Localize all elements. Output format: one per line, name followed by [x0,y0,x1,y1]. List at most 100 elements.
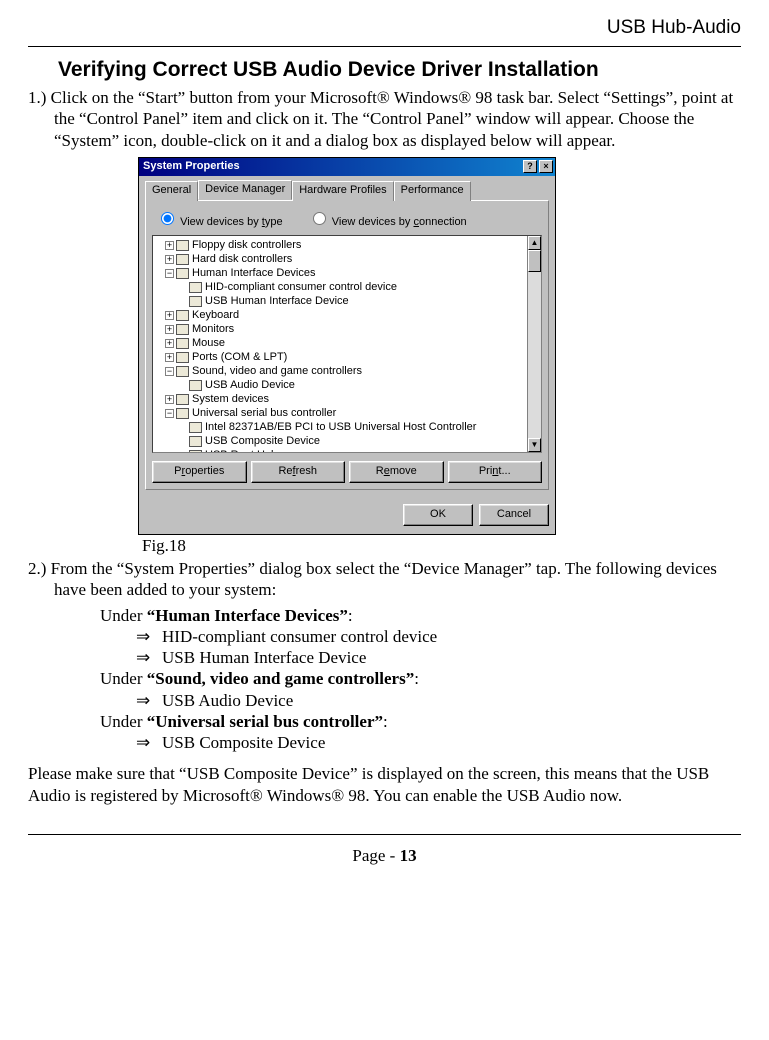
controller-icon [176,254,189,265]
tree-item-usb-audio[interactable]: USB Audio Device [155,378,541,392]
cancel-button[interactable]: Cancel [479,504,549,526]
tree-item-floppy[interactable]: + Floppy disk controllers [155,238,541,252]
btn-part: operties [185,465,224,477]
help-button[interactable]: ? [523,160,537,173]
btn-part: move [390,465,417,477]
under-hid: Under “Human Interface Devices”: [100,605,741,626]
colon: : [414,669,419,688]
scroll-down-button[interactable]: ▼ [528,438,541,452]
remove-button[interactable]: Remove [349,461,444,483]
expander-icon[interactable]: + [165,353,174,362]
properties-button[interactable]: Properties [152,461,247,483]
usb-icon [176,408,189,419]
under-prefix: Under [100,669,147,688]
hid-icon [189,282,202,293]
tree-label: Human Interface Devices [192,267,316,279]
step-2: 2.) From the “System Properties” dialog … [28,558,741,601]
expander-icon[interactable]: + [165,339,174,348]
tree-label: Mouse [192,337,225,349]
tab-performance[interactable]: Performance [394,181,471,201]
device-tree[interactable]: + Floppy disk controllers +Hard disk cont… [152,235,542,453]
close-button[interactable]: × [539,160,553,173]
expander-icon[interactable]: + [165,241,174,250]
tree-item-usb-root-hub[interactable]: USB Root Hub [155,448,541,453]
tree-item-system[interactable]: +System devices [155,392,541,406]
arrow-icon: ⇒ [136,626,162,647]
btn-part: resh [296,465,317,477]
scroll-up-button[interactable]: ▲ [528,236,541,250]
tree-item-usb-composite[interactable]: USB Composite Device [155,434,541,448]
tab-strip: General Device Manager Hardware Profiles… [145,180,549,200]
list-text: HID-compliant consumer control device [162,627,437,646]
tree-label: Monitors [192,323,234,335]
radio-by-connection-input[interactable] [313,212,326,225]
usb-icon [189,422,202,433]
tree-label: Floppy disk controllers [192,239,301,251]
under-category: “Human Interface Devices” [147,606,348,625]
arrow-icon: ⇒ [136,732,162,753]
radio-label-part: ype [265,216,283,228]
list-text: USB Composite Device [162,733,325,752]
page-footer: Page - 13 [28,834,741,866]
tree-item-harddisk[interactable]: +Hard disk controllers [155,252,541,266]
radio-by-type[interactable]: View devices by type [156,216,286,228]
tree-item-sound[interactable]: −Sound, video and game controllers [155,364,541,378]
tree-item-mouse[interactable]: + Mouse [155,336,541,350]
page-header: USB Hub-Audio [28,16,741,47]
closing-note: Please make sure that “USB Composite Dev… [28,763,741,806]
expander-icon[interactable]: − [165,367,174,376]
tree-item-hid-consumer[interactable]: HID-compliant consumer control device [155,280,541,294]
tab-panel: View devices by type View devices by con… [145,200,549,491]
tree-label: USB Composite Device [205,435,320,447]
under-usb: Under “Universal serial bus controller”: [100,711,741,732]
tree-item-usb-host[interactable]: Intel 82371AB/EB PCI to USB Universal Ho… [155,420,541,434]
radio-by-type-input[interactable] [161,212,174,225]
expander-icon[interactable]: + [165,325,174,334]
sound-icon [176,366,189,377]
tree-label: USB Audio Device [205,379,295,391]
under-sound: Under “Sound, video and game controllers… [100,668,741,689]
print-button[interactable]: Print... [448,461,543,483]
expander-icon[interactable]: + [165,311,174,320]
system-properties-dialog: System Properties ? × General Device Man… [138,157,556,535]
expander-icon[interactable]: − [165,269,174,278]
refresh-button[interactable]: Refresh [251,461,346,483]
usb-icon [189,450,202,453]
list-item: ⇒USB Composite Device [136,732,741,753]
colon: : [383,712,388,731]
tree-item-hid-usb[interactable]: USB Human Interface Device [155,294,541,308]
controller-icon [176,240,189,251]
expander-icon[interactable]: + [165,255,174,264]
step-1: 1.) Click on the “Start” button from you… [28,87,741,151]
page-number: 13 [400,846,417,865]
tree-item-hid[interactable]: − Human Interface Devices [155,266,541,280]
tree-label: USB Human Interface Device [205,295,349,307]
tree-item-usb-controller[interactable]: − Universal serial bus controller [155,406,541,420]
btn-part: R [376,465,384,477]
scroll-thumb[interactable] [528,250,541,272]
expander-icon[interactable]: − [165,409,174,418]
expander-icon[interactable]: + [165,395,174,404]
under-category: “Sound, video and game controllers” [147,669,414,688]
tree-scrollbar[interactable]: ▲ ▼ [527,236,541,452]
tab-hardware-profiles[interactable]: Hardware Profiles [292,181,393,201]
radio-label-part: View devices by [332,216,414,228]
system-icon [176,394,189,405]
btn-part: Re [278,465,292,477]
tree-item-ports[interactable]: +Ports (COM & LPT) [155,350,541,364]
ok-button[interactable]: OK [403,504,473,526]
colon: : [348,606,353,625]
tab-general[interactable]: General [145,181,198,201]
tree-item-keyboard[interactable]: + Keyboard [155,308,541,322]
radio-by-connection[interactable]: View devices by connection [308,216,467,228]
radio-label-part: View devices by [180,216,262,228]
titlebar: System Properties ? × [139,158,555,176]
list-text: USB Audio Device [162,691,293,710]
tab-device-manager[interactable]: Device Manager [198,180,292,200]
monitor-icon [176,324,189,335]
tree-label: Keyboard [192,309,239,321]
tree-item-monitors[interactable]: + Monitors [155,322,541,336]
page-label: Page - [352,846,399,865]
tree-label: Universal serial bus controller [192,407,336,419]
port-icon [176,352,189,363]
